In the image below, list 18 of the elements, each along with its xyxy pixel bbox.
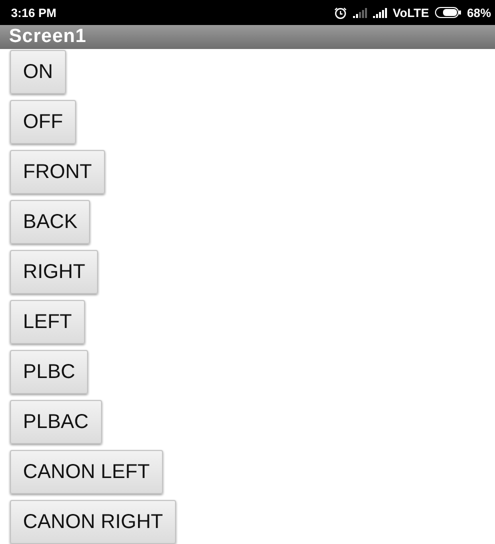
command-button[interactable]: CANON RIGHT (10, 500, 176, 544)
clock-time: 3:16 PM (11, 6, 56, 20)
signal-icon (352, 8, 367, 18)
command-button[interactable]: ON (10, 50, 66, 94)
battery-percent: 68% (466, 6, 491, 20)
signal-icon (372, 8, 387, 18)
command-button[interactable]: PLBC (10, 350, 88, 394)
screen-title: Screen1 (9, 26, 86, 48)
command-button[interactable]: PLBAC (10, 400, 102, 444)
alarm-icon (334, 6, 347, 19)
command-button[interactable]: LEFT (10, 300, 85, 344)
command-button[interactable]: CANON LEFT (10, 450, 163, 494)
battery-icon (434, 7, 461, 18)
command-button[interactable]: RIGHT (10, 250, 98, 294)
command-button[interactable]: FRONT (10, 150, 105, 194)
command-button[interactable]: BACK (10, 200, 90, 244)
command-button[interactable]: OFF (10, 100, 76, 144)
network-label: VoLTE (392, 6, 429, 20)
